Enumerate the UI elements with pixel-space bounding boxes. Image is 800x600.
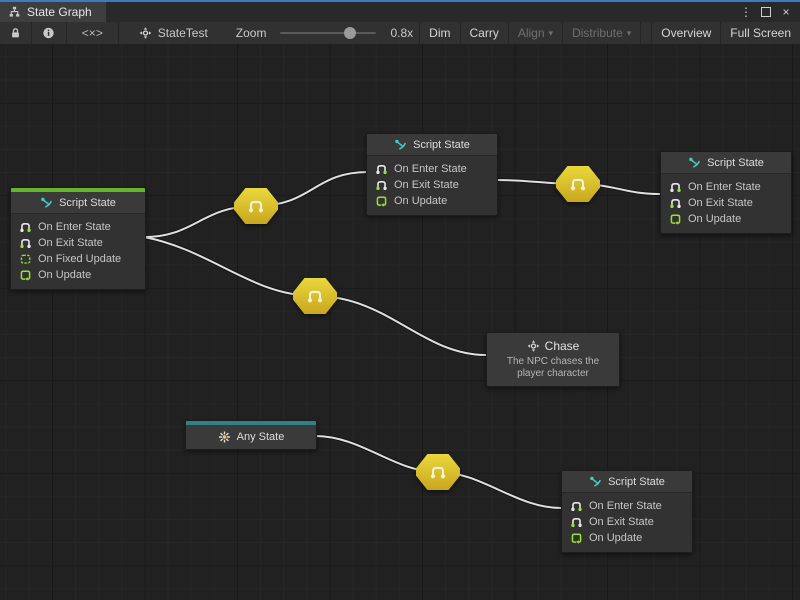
script-state-icon — [688, 157, 701, 169]
transition-node[interactable] — [416, 454, 460, 490]
state-selector-label: StateTest — [158, 26, 208, 40]
node-header[interactable]: Any State — [186, 425, 316, 449]
node-title: Chase — [545, 339, 580, 353]
enter-state-icon — [375, 163, 388, 175]
graph-toolbar: <×> StateTest Zoom 0.8x Dim Carry Align … — [0, 22, 800, 45]
close-button[interactable]: × — [778, 4, 794, 20]
node-description: The NPC chases the player character — [487, 355, 619, 386]
transition-node[interactable] — [293, 278, 337, 314]
zoom-slider-thumb[interactable] — [344, 27, 356, 39]
carry-button[interactable]: Carry — [461, 22, 509, 44]
script-state-icon — [589, 476, 602, 488]
state-node-script[interactable]: Script State On Enter State On Exit Stat… — [561, 470, 693, 553]
event-on-fixed-update[interactable]: On Fixed Update — [11, 251, 145, 267]
transition-node[interactable] — [556, 166, 600, 202]
state-node-any[interactable]: Any State — [185, 420, 317, 450]
node-body: On Enter State On Exit State On Fixed Up… — [11, 214, 145, 289]
update-icon — [375, 195, 388, 207]
node-header[interactable]: Script State — [11, 192, 145, 214]
collapse-code-button[interactable]: <×> — [67, 22, 119, 44]
node-header[interactable]: Script State — [367, 134, 497, 156]
node-title: Script State — [59, 197, 116, 209]
update-icon — [570, 532, 583, 544]
event-on-update[interactable]: On Update — [367, 193, 497, 209]
zoom-value: 0.8x — [384, 22, 419, 44]
node-header[interactable]: Script State — [562, 471, 692, 493]
distribute-button[interactable]: Distribute ▾ — [563, 22, 641, 44]
node-title: Script State — [608, 476, 665, 488]
update-icon — [19, 269, 32, 281]
node-title: Script State — [413, 139, 470, 151]
info-icon — [42, 27, 55, 39]
state-node-start-script[interactable]: Script State On Enter State On Exit Stat… — [10, 187, 146, 290]
node-header[interactable]: Chase — [487, 333, 619, 355]
maximize-button[interactable] — [758, 4, 774, 20]
zoom-label: Zoom — [230, 22, 273, 44]
exit-state-icon — [570, 516, 583, 528]
node-header[interactable]: Script State — [661, 152, 791, 174]
state-graph-window: State Graph ⋮ × <×> StateTest Zoom 0.8x — [0, 0, 800, 600]
node-body: On Enter State On Exit State On Update — [562, 493, 692, 552]
window-controls: ⋮ × — [738, 2, 800, 22]
chevron-down-icon: ▾ — [549, 28, 554, 39]
lock-button[interactable] — [0, 22, 32, 44]
state-selector[interactable]: StateTest — [133, 22, 214, 44]
event-on-update[interactable]: On Update — [661, 211, 791, 227]
tab-title: State Graph — [27, 5, 92, 19]
window-menu-button[interactable]: ⋮ — [738, 4, 754, 20]
node-title: Script State — [707, 157, 764, 169]
transition-event-icon — [247, 198, 265, 214]
node-body: On Enter State On Exit State On Update — [367, 156, 497, 215]
zoom-slider[interactable] — [272, 22, 384, 44]
update-icon — [669, 213, 682, 225]
maximize-icon — [761, 7, 771, 17]
event-on-exit-state[interactable]: On Exit State — [661, 195, 791, 211]
chevron-down-icon: ▾ — [627, 28, 632, 39]
exit-state-icon — [19, 237, 32, 249]
title-bar: State Graph ⋮ × — [0, 2, 800, 22]
collapse-code-icon: <×> — [82, 26, 103, 40]
event-on-enter-state[interactable]: On Enter State — [367, 161, 497, 177]
gizmo-icon — [139, 27, 152, 39]
node-title: Any State — [237, 431, 285, 443]
tab-state-graph[interactable]: State Graph — [0, 2, 106, 22]
any-state-icon — [218, 431, 231, 443]
script-state-icon — [394, 139, 407, 151]
zoom-slider-track[interactable] — [280, 32, 376, 34]
event-on-exit-state[interactable]: On Exit State — [367, 177, 497, 193]
script-state-icon — [40, 197, 53, 209]
fixed-update-icon — [19, 253, 32, 265]
enter-state-icon — [669, 181, 682, 193]
overview-button[interactable]: Overview — [651, 22, 721, 44]
event-on-update[interactable]: On Update — [562, 530, 692, 546]
node-body: On Enter State On Exit State On Update — [661, 174, 791, 233]
transition-event-icon — [569, 176, 587, 192]
exit-state-icon — [375, 179, 388, 191]
event-on-enter-state[interactable]: On Enter State — [661, 179, 791, 195]
info-button[interactable] — [32, 22, 67, 44]
enter-state-icon — [19, 221, 32, 233]
event-on-enter-state[interactable]: On Enter State — [562, 498, 692, 514]
state-node-chase[interactable]: Chase The NPC chases the player characte… — [486, 332, 620, 387]
event-on-exit-state[interactable]: On Exit State — [562, 514, 692, 530]
event-on-update[interactable]: On Update — [11, 267, 145, 283]
transition-event-icon — [306, 288, 324, 304]
lock-icon — [9, 27, 22, 39]
align-button[interactable]: Align ▾ — [509, 22, 563, 44]
enter-state-icon — [570, 500, 583, 512]
state-node-script[interactable]: Script State On Enter State On Exit Stat… — [660, 151, 792, 234]
full-screen-button[interactable]: Full Screen — [721, 22, 800, 44]
state-node-script[interactable]: Script State On Enter State On Exit Stat… — [366, 133, 498, 216]
event-on-exit-state[interactable]: On Exit State — [11, 235, 145, 251]
transition-event-icon — [429, 464, 447, 480]
state-graph-icon — [8, 6, 21, 18]
gizmo-icon — [527, 340, 540, 352]
event-on-enter-state[interactable]: On Enter State — [11, 219, 145, 235]
exit-state-icon — [669, 197, 682, 209]
dim-button[interactable]: Dim — [419, 22, 460, 44]
transition-node[interactable] — [234, 188, 278, 224]
